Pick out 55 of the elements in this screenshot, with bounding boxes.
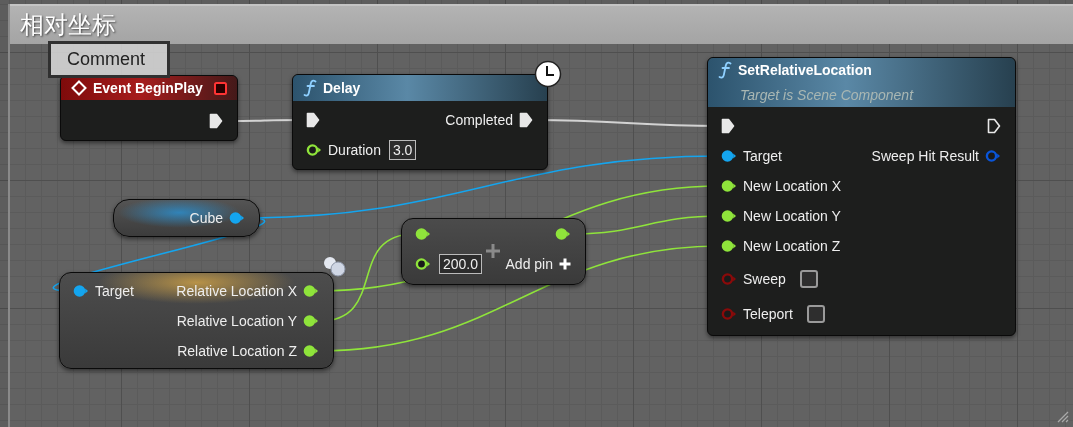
function-icon <box>303 79 317 97</box>
pin-label: Relative Location X <box>176 283 297 299</box>
exec-pin-icon[interactable] <box>987 118 1001 134</box>
exec-pin-icon[interactable] <box>209 113 223 129</box>
exec-pin-icon[interactable] <box>519 112 533 128</box>
exec-pin-icon[interactable] <box>306 112 320 128</box>
blueprint-node[interactable]: SetRelativeLocation Target is Scene Component Target Sweep Hit Result New Location X New Location Y New Location Z Sweep Teleport <box>707 57 1016 336</box>
pin-label: New Location Z <box>743 238 841 254</box>
pin-label: Sweep Hit Result <box>871 148 979 164</box>
data-pin-icon[interactable] <box>415 227 431 241</box>
blueprint-node[interactable]: 200.0 Add pin <box>401 218 586 285</box>
node-subtitle: Target is Scene Component <box>739 87 915 103</box>
data-pin-icon[interactable] <box>303 284 319 298</box>
blueprint-node[interactable]: Delay Completed Duration 3.0 <box>292 74 548 170</box>
blueprint-node[interactable]: Target Relative Location X Relative Location Y Relative Location Z <box>59 272 334 369</box>
pin-label: Relative Location Y <box>176 313 297 329</box>
pin-label: Completed <box>445 112 513 128</box>
pin-label: New Location Y <box>743 208 841 224</box>
pin-label: Target <box>743 148 782 164</box>
spheres-icon <box>322 256 348 278</box>
function-icon <box>718 61 732 79</box>
pin-label: Sweep <box>743 270 786 287</box>
pin-label: Target <box>95 283 134 299</box>
exec-pin-icon[interactable] <box>721 118 735 134</box>
node-title: Event BeginPlay <box>93 80 203 96</box>
node-title: SetRelativeLocation <box>738 62 872 78</box>
data-pin-icon[interactable] <box>303 344 319 358</box>
pin-label: Duration <box>328 142 381 158</box>
checkbox[interactable] <box>806 304 825 323</box>
data-pin-icon[interactable] <box>415 257 431 271</box>
plus-icon <box>485 243 501 259</box>
data-pin-icon[interactable] <box>555 227 571 241</box>
plus-icon <box>559 258 571 270</box>
comment-title: 相对坐标 <box>20 10 116 41</box>
diamond-icon <box>71 80 87 96</box>
delegate-pin-icon[interactable] <box>214 81 227 95</box>
data-pin-icon[interactable] <box>721 239 737 253</box>
data-pin-icon[interactable] <box>721 209 737 223</box>
value-field[interactable]: 200.0 <box>439 254 483 274</box>
resize-grip-icon[interactable] <box>1055 409 1069 423</box>
checkbox[interactable] <box>799 269 818 288</box>
add-pin-button[interactable]: Add pin <box>505 256 571 272</box>
comment-bubble: Comment <box>48 41 170 78</box>
data-pin-icon[interactable] <box>721 179 737 193</box>
node-title: Delay <box>323 80 361 96</box>
pin-label: New Location X <box>743 178 842 194</box>
value-field[interactable]: 3.0 <box>388 140 417 160</box>
data-pin-icon[interactable] <box>303 314 319 328</box>
pin-label: Relative Location Z <box>177 343 297 359</box>
data-pin-icon[interactable] <box>306 143 322 157</box>
pin-label: Teleport <box>743 305 793 322</box>
data-pin-icon[interactable] <box>721 149 737 163</box>
blueprint-node[interactable]: Cube <box>113 199 260 237</box>
blueprint-node[interactable]: Event BeginPlay <box>60 75 238 141</box>
pin-label: Cube <box>189 210 223 226</box>
